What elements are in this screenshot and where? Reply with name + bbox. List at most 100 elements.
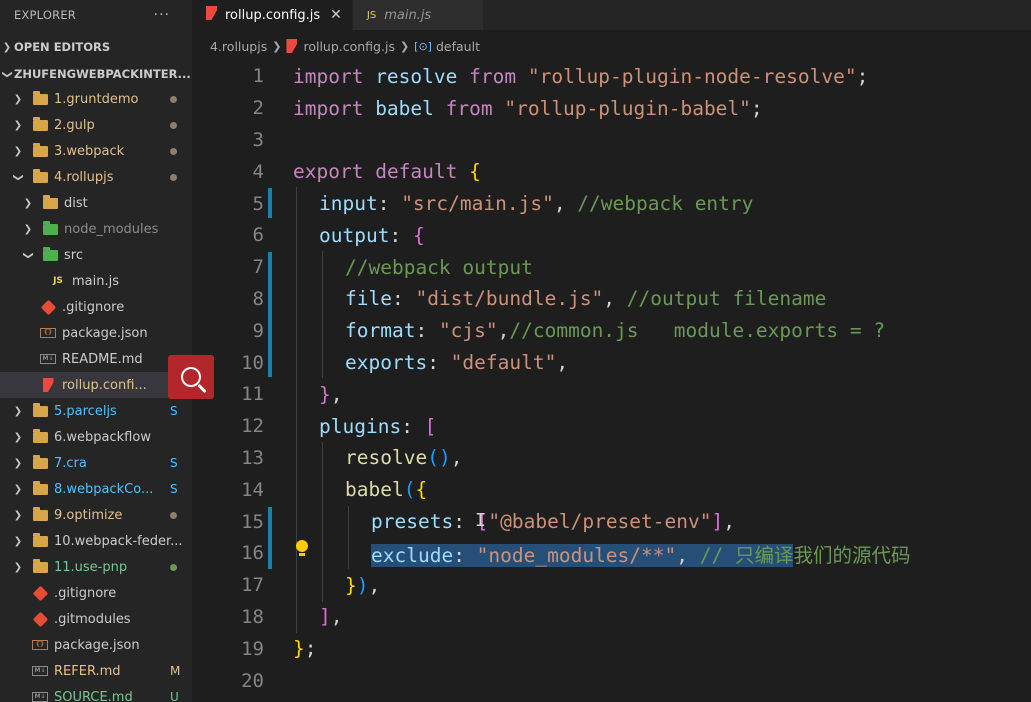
code-line: 15 presets: ["@babel/preset-env"], <box>192 506 1031 538</box>
js-file-icon: JS <box>366 9 377 21</box>
folder-icon <box>32 558 48 574</box>
tree-item-node-modules[interactable]: ❯ node_modules <box>0 216 192 242</box>
tree-item-label: rollup.confi... <box>62 377 147 393</box>
code-line: 7 //webpack output <box>192 251 1031 283</box>
code-text: output: { <box>319 223 425 247</box>
tree-item-rollup-config[interactable]: rollup.confi... M <box>0 372 192 398</box>
line-number: 20 <box>241 669 264 692</box>
tree-item-label: main.js <box>72 273 119 289</box>
line-number: 15 <box>241 510 264 533</box>
code-line: 5 input: "src/main.js", //webpack entry <box>192 188 1031 220</box>
chevron-down-icon: ❯ <box>22 250 34 260</box>
search-icon[interactable] <box>168 355 214 399</box>
tree-item-webpackco[interactable]: ❯ 8.webpackCo... S <box>0 476 192 502</box>
code-line: 20 <box>192 665 1031 697</box>
chevron-right-icon: ❯ <box>13 431 23 443</box>
line-number: 6 <box>252 224 264 247</box>
tree-item-label: REFER.md <box>54 663 121 679</box>
code-text: }; <box>293 637 317 661</box>
git-icon <box>32 611 48 627</box>
tree-item-parceljs[interactable]: ❯ 5.parceljs S <box>0 398 192 424</box>
code-text: exports: "default", <box>345 351 569 375</box>
tree-item-label: 7.cra <box>54 455 87 471</box>
code-text: }, <box>319 382 343 406</box>
code-editor[interactable]: 1 import resolve from "rollup-plugin-nod… <box>192 60 1031 702</box>
chevron-right-icon: ❯ <box>272 39 282 53</box>
tree-item-label: src <box>64 247 83 263</box>
tab-main-js[interactable]: JS main.js <box>352 0 485 30</box>
folder-icon <box>32 454 48 470</box>
modified-dot <box>170 118 192 132</box>
line-number: 7 <box>252 256 264 279</box>
tree-item-dist[interactable]: ❯ dist <box>0 190 192 216</box>
tree-item-gitmodules[interactable]: .gitmodules <box>0 606 192 632</box>
tree-item-package-json[interactable]: {} package.json <box>0 320 192 346</box>
code-line: 11 }, <box>192 379 1031 411</box>
tree-item-src[interactable]: ❯ src <box>0 242 192 268</box>
code-line: 17 }), <box>192 569 1031 601</box>
code-text: import resolve from "rollup-plugin-node-… <box>293 64 869 88</box>
json-file-icon: {} <box>40 326 56 340</box>
more-actions-icon[interactable]: ··· <box>154 7 170 23</box>
code-line: 14 babel({ <box>192 474 1031 506</box>
tree-item-gruntdemo[interactable]: ❯ 1.gruntdemo <box>0 86 192 112</box>
line-number: 18 <box>241 605 264 628</box>
tree-item-cra[interactable]: ❯ 7.cra S <box>0 450 192 476</box>
tree-item-readme[interactable]: M↓ README.md <box>0 346 192 372</box>
folder-icon <box>32 142 48 158</box>
tree-item-gitignore[interactable]: .gitignore <box>0 294 192 320</box>
code-line: 12 plugins: [ <box>192 410 1031 442</box>
chevron-right-icon: ❯ <box>23 197 33 209</box>
code-line: 18 ], <box>192 601 1031 633</box>
json-file-icon: {} <box>32 638 48 652</box>
code-text: file: "dist/bundle.js", //output filenam… <box>345 287 827 311</box>
code-line: 16 exclude: "node_modules/**", // 只编译我们的… <box>192 538 1031 570</box>
breadcrumb-folder[interactable]: 4.rollupjs <box>210 39 267 54</box>
code-text: export default { <box>293 160 481 184</box>
tree-item-refer-md[interactable]: M↓ REFER.md M <box>0 658 192 684</box>
tree-item-label: node_modules <box>64 221 159 237</box>
code-line: 19 }; <box>192 633 1031 665</box>
breadcrumb-file[interactable]: rollup.config.js <box>303 39 395 54</box>
open-editors-section[interactable]: ❯ OPEN EDITORS <box>0 34 110 60</box>
code-text: input: "src/main.js", //webpack entry <box>319 192 754 216</box>
line-number: 19 <box>241 637 264 660</box>
submodule-badge: S <box>170 482 178 496</box>
close-icon[interactable]: ✕ <box>330 7 342 23</box>
tree-item-webpack[interactable]: ❯ 3.webpack <box>0 138 192 164</box>
code-line: 3 <box>192 124 1031 156</box>
breadcrumb: 4.rollupjs ❯ rollup.config.js ❯ [⊙] defa… <box>192 34 480 58</box>
tree-item-webpack-federation[interactable]: ❯ 10.webpack-feder... <box>0 528 192 554</box>
line-number: 16 <box>241 542 264 565</box>
modified-dot <box>170 92 192 106</box>
tree-item-use-pnp[interactable]: ❯ 11.use-pnp <box>0 554 192 580</box>
tree-item-webpackflow[interactable]: ❯ 6.webpackflow <box>0 424 192 450</box>
tree-item-rollupjs[interactable]: ❯ 4.rollupjs <box>0 164 192 190</box>
code-line: 8 file: "dist/bundle.js", //output filen… <box>192 283 1031 315</box>
tree-item-root-package-json[interactable]: {} package.json <box>0 632 192 658</box>
line-number: 5 <box>252 192 264 215</box>
tree-item-main-js[interactable]: JS main.js <box>0 268 192 294</box>
code-line: 6 output: { <box>192 220 1031 252</box>
open-editors-label: OPEN EDITORS <box>14 40 111 54</box>
tree-item-root-gitignore[interactable]: .gitignore <box>0 580 192 606</box>
tree-item-label: .gitignore <box>54 585 117 601</box>
explorer-title: EXPLORER <box>14 7 76 22</box>
folder-icon <box>32 90 48 106</box>
line-number: 9 <box>252 319 264 342</box>
code-text: plugins: [ <box>319 414 437 438</box>
code-line: 2 import babel from "rollup-plugin-babel… <box>192 92 1031 124</box>
chevron-right-icon: ❯ <box>13 535 23 547</box>
tree-item-optimize[interactable]: ❯ 9.optimize <box>0 502 192 528</box>
rollup-file-icon <box>206 6 217 24</box>
tree-item-source-md[interactable]: M↓ SOURCE.md U <box>0 684 192 702</box>
git-icon <box>40 299 56 315</box>
tab-rollup-config[interactable]: rollup.config.js ✕ <box>192 0 353 30</box>
breadcrumb-symbol[interactable]: default <box>436 39 480 54</box>
lightbulb-icon[interactable] <box>296 540 308 556</box>
code-line: 13 resolve(), <box>192 442 1031 474</box>
code-text: format: "cjs",//common.js module.exports… <box>345 319 886 343</box>
code-line: 1 import resolve from "rollup-plugin-nod… <box>192 61 1031 93</box>
tree-item-gulp[interactable]: ❯ 2.gulp <box>0 112 192 138</box>
workspace-section[interactable]: ❯ ZHUFENGWEBPACKINTER... <box>0 61 191 87</box>
